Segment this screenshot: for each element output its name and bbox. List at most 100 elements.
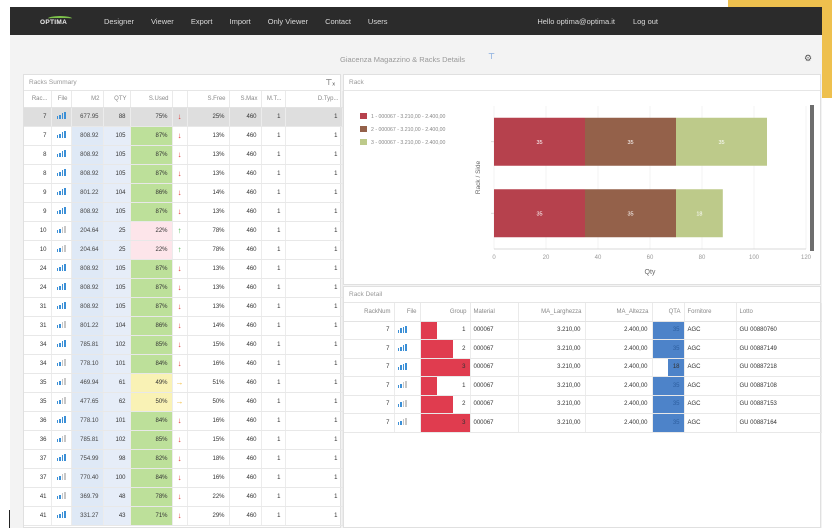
mt-cell: 1 [261, 449, 286, 469]
col-rack[interactable]: Rac... [24, 91, 52, 108]
table-row[interactable]: 36 785.81 102 85% ↓ 15% 460 1 1 [24, 430, 343, 450]
signal-icon [56, 169, 66, 176]
table-row[interactable]: 35 469.94 61 49% → 51% 460 1 1 [24, 373, 343, 393]
col-file[interactable]: File [394, 303, 421, 322]
col-m2[interactable]: M2 [71, 91, 104, 108]
table-row[interactable]: 7 3 000067 3.210,00 2.400,00 18 AGC GU 00887218 [344, 358, 822, 377]
qty-cell: 105 [103, 126, 131, 146]
table-row[interactable]: 41 369.79 48 78% ↓ 22% 460 1 1 [24, 487, 343, 507]
max-cell: 460 [229, 335, 262, 355]
table-row[interactable]: 36 778.10 101 84% ↓ 16% 460 1 1 [24, 411, 343, 431]
chart-scrollbar [810, 105, 814, 251]
table-row[interactable]: 24 808.92 105 87% ↓ 13% 460 1 1 [24, 259, 343, 279]
col-s-free[interactable]: S.Free [187, 91, 230, 108]
max-cell: 460 [229, 107, 262, 127]
used-cell: 84% [130, 354, 173, 374]
nav-import[interactable]: Import [230, 17, 251, 26]
arrow-down-icon: ↓ [177, 207, 182, 216]
nav-users[interactable]: Users [368, 17, 388, 26]
qta-cell: 35 [652, 321, 685, 340]
table-row[interactable]: 7 1 000067 3.210,00 2.400,00 35 AGC GU 00880760 [344, 321, 822, 340]
filter-icon[interactable]: ⊤ [488, 52, 495, 61]
table-row[interactable]: 7 808.92 105 87% ↓ 13% 460 1 1 [24, 126, 343, 146]
brand-logo[interactable]: OPTIMA [40, 15, 78, 27]
signal-icon [56, 378, 66, 385]
max-cell: 460 [229, 354, 262, 374]
group-cell: 1 [420, 376, 471, 396]
col-mt[interactable]: M.T... [261, 91, 286, 108]
col-racknum[interactable]: RackNum [344, 303, 395, 322]
group-cell: 3 [420, 358, 471, 377]
table-row[interactable]: 31 801.22 104 86% ↓ 14% 460 1 1 [24, 316, 343, 336]
table-row[interactable]: 34 778.10 101 84% ↓ 16% 460 1 1 [24, 354, 343, 374]
max-cell: 460 [229, 145, 262, 165]
col-trend[interactable] [172, 91, 188, 108]
trend-cell: ↓ [172, 335, 188, 355]
table-row[interactable]: 31 808.92 105 87% ↓ 13% 460 1 1 [24, 297, 343, 317]
table-row[interactable]: 8 808.92 105 87% ↓ 13% 460 1 1 [24, 145, 343, 165]
altezza-cell: 2.400,00 [585, 339, 653, 359]
arrow-down-icon: ↓ [177, 359, 182, 368]
signal-icon [56, 473, 66, 480]
table-row[interactable]: 10 204.64 25 22% ↑ 78% 460 1 1 [24, 240, 343, 260]
table-row[interactable]: 41 331.27 43 71% ↓ 29% 460 1 1 [24, 506, 343, 526]
m2-cell: 469.94 [71, 373, 104, 393]
col-group[interactable]: Group [420, 303, 471, 322]
col-s-used[interactable]: S.Used [130, 91, 173, 108]
qty-cell: 105 [103, 259, 131, 279]
col-s-max[interactable]: S.Max [229, 91, 262, 108]
col-qta[interactable]: QTA [652, 303, 685, 322]
signal-icon [397, 325, 407, 333]
table-row[interactable]: 10 204.64 25 22% ↑ 78% 460 1 1 [24, 221, 343, 241]
user-greeting-link[interactable]: Hello optima@optima.it [537, 17, 615, 26]
clear-filter-icon[interactable]: ⊤ₓ [325, 78, 335, 87]
free-cell: 13% [187, 145, 230, 165]
dtype-cell: 1 [285, 145, 343, 165]
table-row[interactable]: 35 477.65 62 50% → 50% 460 1 1 [24, 392, 343, 412]
col-qty[interactable]: QTY [103, 91, 131, 108]
rack-cell: 36 [24, 411, 52, 431]
nav-viewer[interactable]: Viewer [151, 17, 174, 26]
col-dtype[interactable]: D.Typ... [285, 91, 343, 108]
table-row[interactable]: 9 801.22 104 86% ↓ 14% 460 1 1 [24, 183, 343, 203]
nav-export[interactable]: Export [191, 17, 213, 26]
qta-value: 35 [672, 419, 680, 426]
table-row[interactable]: 8 808.92 105 87% ↓ 13% 460 1 1 [24, 164, 343, 184]
settings-icon[interactable]: ⚙ [804, 53, 812, 64]
arrow-down-icon: ↓ [177, 340, 182, 349]
trend-cell: ↓ [172, 126, 188, 146]
qty-cell: 102 [103, 335, 131, 355]
table-row[interactable]: 9 808.92 105 87% ↓ 13% 460 1 1 [24, 202, 343, 222]
nav-designer[interactable]: Designer [104, 17, 134, 26]
table-row[interactable]: 7 1 000067 3.210,00 2.400,00 35 AGC GU 00887108 [344, 376, 822, 396]
qty-cell: 61 [103, 373, 131, 393]
table-row[interactable]: 7 2 000067 3.210,00 2.400,00 35 AGC GU 00887153 [344, 395, 822, 414]
m2-cell: 808.92 [71, 278, 104, 298]
logout-link[interactable]: Log out [633, 17, 658, 26]
table-row[interactable]: 37 770.40 100 84% ↓ 16% 460 1 1 [24, 468, 343, 488]
mt-cell: 1 [261, 183, 286, 203]
table-row[interactable]: 7 3 000067 3.210,00 2.400,00 35 AGC GU 00887164 [344, 413, 822, 433]
col-file[interactable]: File [51, 91, 72, 108]
col-ma-larghezza[interactable]: MA_Larghezza [518, 303, 586, 322]
col-ma-altezza[interactable]: MA_Altezza [585, 303, 653, 322]
table-row[interactable]: 7 2 000067 3.210,00 2.400,00 35 AGC GU 00887149 [344, 339, 822, 359]
nav-contact[interactable]: Contact [325, 17, 351, 26]
col-lotto[interactable]: Lotto [736, 303, 822, 322]
signal-icon [56, 321, 66, 328]
col-fornitore[interactable]: Fornitore [684, 303, 737, 322]
free-cell: 13% [187, 126, 230, 146]
table-row[interactable]: 24 808.92 105 87% ↓ 13% 460 1 1 [24, 278, 343, 298]
max-cell: 460 [229, 373, 262, 393]
table-row[interactable]: 7 677.95 88 75% ↓ 25% 460 1 1 [24, 107, 343, 127]
col-material[interactable]: Material [470, 303, 519, 322]
nav-only-viewer[interactable]: Only Viewer [268, 17, 308, 26]
table-row[interactable]: 34 785.81 102 85% ↓ 15% 460 1 1 [24, 335, 343, 355]
qta-cell: 35 [652, 395, 685, 414]
table-row[interactable]: 37 754.99 98 82% ↓ 18% 460 1 1 [24, 449, 343, 469]
qty-cell: 98 [103, 449, 131, 469]
bar-data-label: 35 [536, 140, 542, 146]
altezza-cell: 2.400,00 [585, 321, 653, 340]
qty-cell: 25 [103, 240, 131, 260]
qty-cell: 88 [103, 107, 131, 127]
